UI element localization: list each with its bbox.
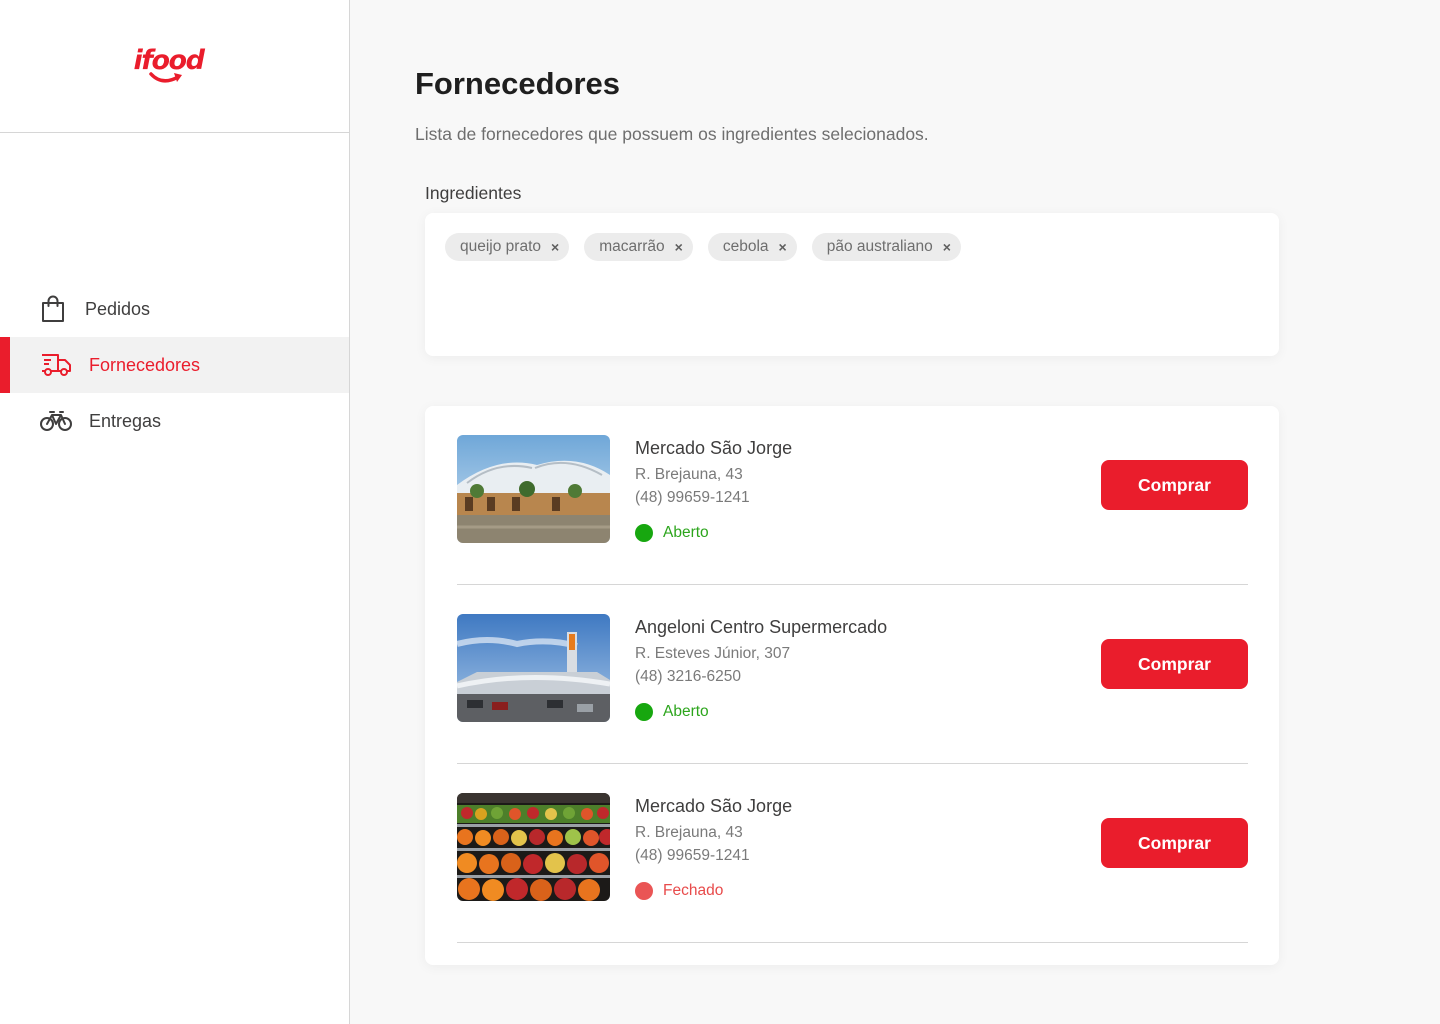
status-label: Aberto (663, 703, 709, 720)
produce-shelves-photo (457, 793, 610, 901)
supplier-item: Mercado São Jorge R. Brejauna, 43 (48) 9… (457, 764, 1248, 943)
market-building-photo (457, 435, 610, 543)
status-label: Fechado (663, 882, 724, 899)
close-icon[interactable]: × (675, 239, 683, 255)
sidebar-nav: Pedidos Fornecedores Entregas (0, 281, 349, 449)
supplier-name: Angeloni Centro Supermercado (635, 617, 888, 637)
sidebar-item-fornecedores[interactable]: Fornecedores (0, 337, 349, 393)
supplier-phone: (48) 99659-1241 (635, 489, 750, 506)
sidebar-item-label: Fornecedores (89, 354, 201, 375)
ingredients-input[interactable]: queijo prato × macarrão × cebola × pão a… (425, 213, 1279, 356)
bicycle-icon (40, 410, 72, 432)
status-badge: Aberto (635, 703, 709, 721)
sidebar: ifood Pedidos Fornecedores Entregas (0, 0, 350, 1024)
buy-button[interactable]: Comprar (1101, 818, 1248, 868)
page-title: Fornecedores (415, 66, 621, 101)
ingredient-chip: pão australiano × (811, 233, 961, 261)
chip-label: queijo prato (460, 238, 542, 255)
sidebar-item-label: Entregas (89, 410, 162, 431)
chip-label: pão australiano (826, 238, 933, 255)
ingredient-chip: queijo prato × (445, 233, 570, 261)
close-icon[interactable]: × (551, 239, 559, 255)
chip-label: macarrão (599, 238, 665, 255)
status-badge: Fechado (635, 882, 723, 900)
supplier-address: R. Brejauna, 43 (635, 824, 743, 841)
supplier-item: Mercado São Jorge R. Brejauna, 43 (48) 9… (457, 406, 1248, 585)
supplier-phone: (48) 3216-6250 (635, 668, 741, 685)
supplier-address: R. Brejauna, 43 (635, 466, 743, 483)
ingredient-chip: cebola × (707, 233, 797, 261)
logo-area: ifood (0, 0, 349, 133)
chip-label: cebola (722, 238, 769, 255)
supplier-phone: (48) 99659-1241 (635, 847, 750, 864)
ingredients-label: Ingredientes (425, 183, 522, 203)
ifood-logo[interactable]: ifood (134, 46, 214, 92)
ingredient-chip: macarrão × (584, 233, 693, 261)
truck-icon (40, 353, 72, 377)
supplier-address: R. Esteves Júnior, 307 (635, 645, 791, 662)
status-badge: Aberto (635, 524, 709, 542)
sidebar-item-pedidos[interactable]: Pedidos (0, 281, 349, 337)
suppliers-list: Mercado São Jorge R. Brejauna, 43 (48) 9… (425, 406, 1279, 965)
buy-button[interactable]: Comprar (1101, 460, 1248, 510)
status-dot-icon (635, 882, 653, 900)
sidebar-item-entregas[interactable]: Entregas (0, 393, 349, 449)
supplier-name: Mercado São Jorge (635, 438, 793, 458)
logo-smile-icon (148, 72, 182, 83)
supplier-item: Angeloni Centro Supermercado R. Esteves … (457, 585, 1248, 764)
buy-button[interactable]: Comprar (1101, 639, 1248, 689)
close-icon[interactable]: × (943, 239, 951, 255)
shopping-bag-icon (40, 295, 66, 323)
status-label: Aberto (663, 524, 709, 541)
supplier-name: Mercado São Jorge (635, 796, 793, 816)
status-dot-icon (635, 703, 653, 721)
page-subtitle: Lista de fornecedores que possuem os ing… (415, 124, 929, 144)
close-icon[interactable]: × (779, 239, 787, 255)
supermarket-building-photo (457, 614, 610, 722)
sidebar-item-label: Pedidos (85, 298, 151, 319)
status-dot-icon (635, 524, 653, 542)
